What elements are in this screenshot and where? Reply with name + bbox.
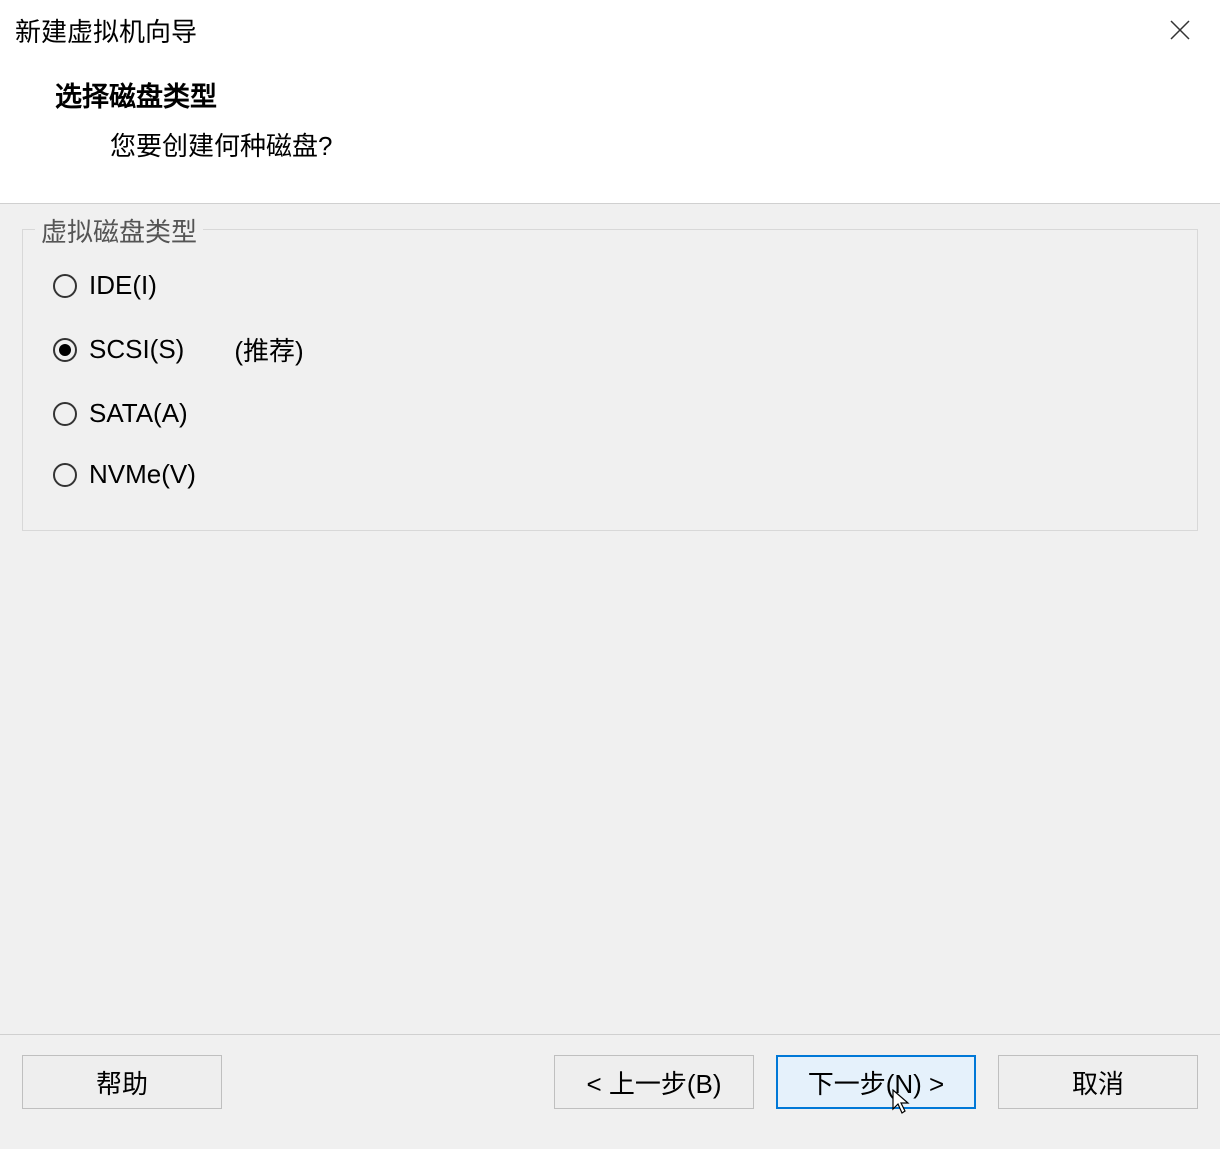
content-area: 虚拟磁盘类型 IDE(I) SCSI(S) (推荐) SATA(A) NVMe(… (0, 204, 1220, 556)
radio-icon (53, 274, 77, 298)
radio-icon (53, 463, 77, 487)
back-button[interactable]: < 上一步(B) (554, 1055, 754, 1109)
group-legend: 虚拟磁盘类型 (35, 212, 203, 249)
cancel-button[interactable]: 取消 (998, 1055, 1198, 1109)
radio-option-nvme[interactable]: NVMe(V) (53, 459, 1167, 490)
radio-group: IDE(I) SCSI(S) (推荐) SATA(A) NVMe(V) (53, 260, 1167, 490)
radio-option-ide[interactable]: IDE(I) (53, 270, 1167, 301)
wizard-header: 选择磁盘类型 您要创建何种磁盘? (0, 60, 1220, 204)
radio-option-sata[interactable]: SATA(A) (53, 398, 1167, 429)
window-title: 新建虚拟机向导 (15, 12, 197, 49)
radio-icon (53, 402, 77, 426)
recommended-note: (推荐) (234, 331, 303, 368)
radio-label: SCSI(S) (89, 334, 184, 365)
page-title: 选择磁盘类型 (55, 75, 1205, 114)
title-bar: 新建虚拟机向导 (0, 0, 1220, 60)
next-button[interactable]: 下一步(N) > (776, 1055, 976, 1109)
disk-type-group: 虚拟磁盘类型 IDE(I) SCSI(S) (推荐) SATA(A) NVMe(… (22, 229, 1198, 531)
radio-icon (53, 338, 77, 362)
radio-label: IDE(I) (89, 270, 157, 301)
radio-dot-icon (59, 344, 71, 356)
close-icon[interactable] (1160, 10, 1200, 50)
button-group-right: < 上一步(B) 下一步(N) > 取消 (554, 1055, 1198, 1109)
help-button[interactable]: 帮助 (22, 1055, 222, 1109)
radio-label: SATA(A) (89, 398, 188, 429)
next-button-label: 下一步(N) > (808, 1064, 945, 1101)
radio-label: NVMe(V) (89, 459, 196, 490)
page-subtitle: 您要创建何种磁盘? (110, 126, 1205, 163)
button-bar: 帮助 < 上一步(B) 下一步(N) > 取消 (0, 1034, 1220, 1109)
radio-option-scsi[interactable]: SCSI(S) (推荐) (53, 331, 1167, 368)
